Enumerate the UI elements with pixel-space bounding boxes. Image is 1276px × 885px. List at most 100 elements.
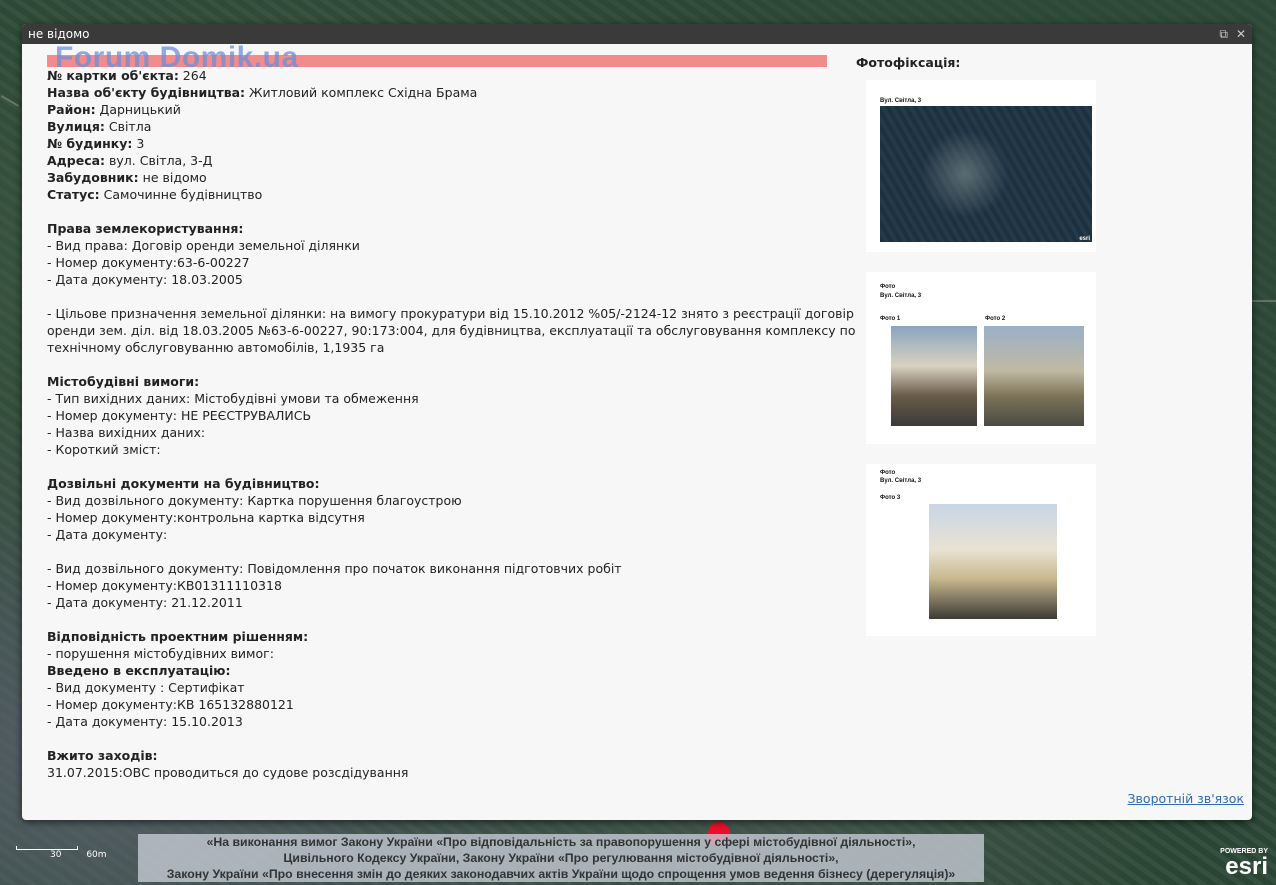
detail-label: Відповідність проектним рішенням: <box>47 629 309 644</box>
detail-line: - Номер документу: НЕ РЕЄСТРУВАЛИСЬ <box>47 407 827 424</box>
detail-value: - Номер документу:контрольна картка відс… <box>47 510 365 525</box>
object-details: Forum Domik.ua № картки об'єкта: 264 Назв… <box>47 43 855 781</box>
detail-value: - Дата документу: 18.03.2005 <box>47 272 243 287</box>
scale-label: 30 <box>50 850 62 860</box>
info-popup: не відомо ⧉ ✕ Forum Domik.ua № картки об… <box>22 24 1252 820</box>
detail-value: - Номер документу:КВ01311110318 <box>47 578 282 593</box>
detail-line: - Дата документу: 18.03.2005 <box>47 271 827 288</box>
detail-line: - Номер документу:КВ01311110318 <box>47 577 827 594</box>
legal-line: Цивільного Кодексу України, Закону Украї… <box>283 851 839 865</box>
detail-value: - Вид права: Договір оренди земельної ді… <box>47 238 360 253</box>
detail-value: - порушення містобудівних вимог: <box>47 646 274 661</box>
detail-line: - Номер документу:контрольна картка відс… <box>47 509 827 526</box>
detail-line: - Дата документу: 15.10.2013 <box>47 713 827 730</box>
detail-line: - Тип вихідних даних: Містобудівні умови… <box>47 390 827 407</box>
detail-label: Район: <box>47 102 96 117</box>
photo-card-map[interactable]: Вул. Світла, 3 esri <box>866 80 1096 252</box>
detail-line: - Номер документу:КВ 165132880121 <box>47 696 827 713</box>
detail-value: - Короткий зміст: <box>47 442 161 457</box>
detail-line: - порушення містобудівних вимог: <box>47 645 827 662</box>
detail-line: - Вид дозвільного документу: Картка пору… <box>47 492 827 509</box>
photo-card-building[interactable]: Фото Вул. Світла, 3 Фото 3 <box>866 464 1096 636</box>
photo-3 <box>929 504 1057 619</box>
details-list: № картки об'єкта: 264 Назва об'єкту будів… <box>47 55 855 781</box>
detail-label: Дозвільні документи на будівництво: <box>47 476 320 491</box>
detail-line: - Дата документу: 21.12.2011 <box>47 594 827 611</box>
detail-line: - Цільове призначення земельної ділянки:… <box>47 305 854 322</box>
photo-1 <box>891 326 977 426</box>
photo-label: Фото 3 <box>880 495 901 501</box>
detail-value: - Номер документу: НЕ РЕЄСТРУВАЛИСЬ <box>47 408 312 423</box>
detail-line: Дозвільні документи на будівництво: <box>47 475 827 492</box>
close-icon[interactable]: ✕ <box>1236 24 1246 44</box>
detail-label: Статус: <box>47 187 100 202</box>
feedback-link[interactable]: Зворотній зв'язок <box>1128 791 1244 806</box>
detail-line: - Дата документу: <box>47 526 827 543</box>
detail-value: - Вид дозвільного документу: Картка пору… <box>47 493 462 508</box>
scale-line <box>16 846 78 850</box>
map-road <box>1252 300 1276 302</box>
detail-line: Адреса: вул. Світла, 3-Д <box>47 152 827 169</box>
detail-line: 31.07.2015:ОВС проводиться до судове роз… <box>47 764 827 781</box>
scale-label: 60m <box>86 850 107 860</box>
map-thumbnail <box>880 106 1092 242</box>
photo-label: Фото 2 <box>985 316 1006 322</box>
detail-value: не відомо <box>138 170 207 185</box>
detail-line: - Номер документу:63-6-00227 <box>47 254 827 271</box>
photo-address: Вул. Світла, 3 <box>880 293 922 299</box>
detail-line: № будинку: 3 <box>47 135 827 152</box>
detail-line: - Назва вихідних даних: <box>47 424 827 441</box>
detail-label: Містобудівні вимоги: <box>47 374 200 389</box>
detail-value: - Назва вихідних даних: <box>47 425 206 440</box>
detail-label: Введено в експлуатацію: <box>47 663 231 678</box>
detail-value: Самочинне будівництво <box>99 187 263 202</box>
photo-section: Фотофіксація: Вул. Світла, 3 esri Фото В… <box>856 55 1116 656</box>
popup-title: не відомо <box>28 27 90 41</box>
detail-line: технічному обслуговуванню автомобілів, 1… <box>47 339 827 356</box>
detail-line: Введено в експлуатацію: <box>47 662 827 679</box>
detail-line: № картки об'єкта: 264 <box>47 67 827 84</box>
detail-value: Дарницький <box>95 102 181 117</box>
detail-line: Забудовник: не відомо <box>47 169 827 186</box>
detail-line: Вулиця: Світла <box>47 118 827 135</box>
photo-caption: Фото <box>880 470 896 476</box>
legal-line: Закону України «Про внесення змін до дея… <box>166 867 956 881</box>
esri-logo[interactable]: POWERED BY esri <box>1220 848 1268 879</box>
detail-line: Вжито заходів: <box>47 747 827 764</box>
detail-label: Забудовник: <box>47 170 139 185</box>
detail-value: Світла <box>104 119 152 134</box>
detail-value: - Дата документу: 15.10.2013 <box>47 714 243 729</box>
detail-label: Адреса: <box>47 153 106 168</box>
detail-line: Назва об'єкту будівництва: Житловий комп… <box>47 84 827 101</box>
detail-label: Вулиця: <box>47 119 105 134</box>
photo-title: Фотофіксація: <box>856 55 961 70</box>
photo-caption: Вул. Світла, 3 <box>880 98 922 104</box>
detail-line: Містобудівні вимоги: <box>47 373 827 390</box>
detail-value: вул. Світла, 3-Д <box>105 153 213 168</box>
photo-label: Фото 1 <box>880 316 901 322</box>
detail-line: - Короткий зміст: <box>47 441 827 458</box>
detail-line: - Вид документу : Сертифікат <box>47 679 827 696</box>
legal-notice: «На виконання вимог Закону України «Про … <box>138 834 984 882</box>
restore-icon[interactable]: ⧉ <box>1219 24 1228 44</box>
detail-label: Права землекористування: <box>47 221 244 236</box>
detail-value: - Номер документу:63-6-00227 <box>47 255 250 270</box>
detail-label: Вжито заходів: <box>47 748 158 763</box>
scale-bar: 30 60m <box>16 846 107 860</box>
detail-value: 31.07.2015:ОВС проводиться до судове роз… <box>47 765 409 780</box>
detail-value: оренди зем. діл. від 18.03.2005 №63-6-00… <box>47 323 856 338</box>
photo-address: Вул. Світла, 3 <box>880 478 922 484</box>
detail-line: оренди зем. діл. від 18.03.2005 №63-6-00… <box>47 322 855 339</box>
photo-2 <box>984 326 1084 426</box>
detail-line: - Вид права: Договір оренди земельної ді… <box>47 237 827 254</box>
detail-label: № будинку: <box>47 136 133 151</box>
detail-label: Назва об'єкту будівництва: <box>47 85 246 100</box>
legal-line: «На виконання вимог Закону України «Про … <box>206 835 916 849</box>
detail-line: Права землекористування: <box>47 220 827 237</box>
photo-card-street[interactable]: Фото Вул. Світла, 3 Фото 1 Фото 2 <box>866 272 1096 444</box>
